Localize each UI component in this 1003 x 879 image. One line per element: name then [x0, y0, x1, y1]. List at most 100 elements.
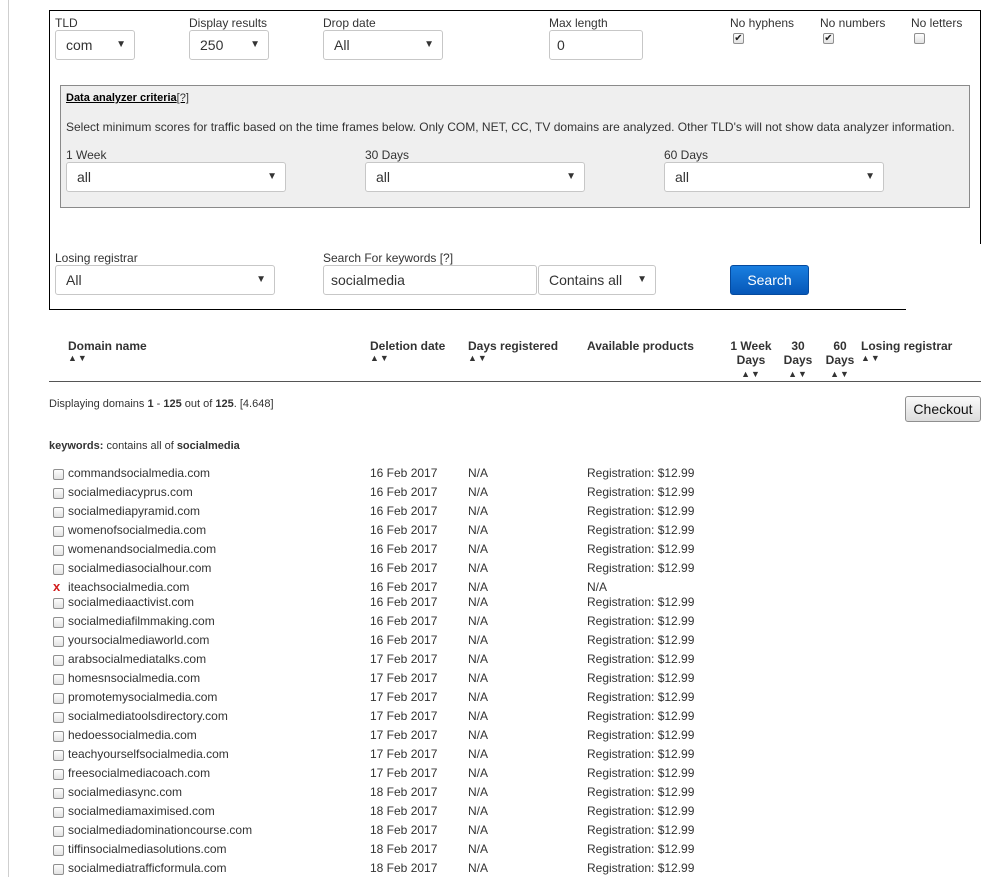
keywords-input[interactable]: socialmedia: [323, 265, 537, 295]
row-select-checkbox[interactable]: [53, 655, 64, 666]
row-select-checkbox[interactable]: [53, 731, 64, 742]
sort-arrows-icon[interactable]: ▲▼: [370, 353, 445, 363]
domain-name[interactable]: socialmediacyprus.com: [68, 484, 193, 500]
col-deletion-date[interactable]: Deletion date ▲▼: [370, 339, 445, 363]
available-product: Registration: $12.99: [587, 709, 695, 723]
row-select-checkbox[interactable]: [53, 845, 64, 856]
table-row: womenandsocialmedia.com 16 Feb 2017 N/A Reg…: [49, 541, 989, 560]
domain-name[interactable]: socialmediadominationcourse.com: [68, 822, 252, 838]
data-analyzer-title-text[interactable]: Data analyzer criteria: [66, 92, 177, 104]
keyword-mode-select[interactable]: Contains all ▼: [538, 265, 656, 295]
domain-name[interactable]: arabsocialmediatalks.com: [68, 651, 206, 667]
chevron-down-icon: ▼: [637, 274, 647, 285]
row-select-checkbox[interactable]: [53, 864, 64, 875]
domain-name[interactable]: womenofsocialmedia.com: [68, 522, 206, 538]
thirty-days-select[interactable]: all ▼: [365, 162, 585, 192]
row-select-checkbox[interactable]: [53, 488, 64, 499]
row-select-checkbox[interactable]: [53, 769, 64, 780]
row-select-checkbox[interactable]: [53, 826, 64, 837]
domain-name[interactable]: socialmediapyramid.com: [68, 503, 200, 519]
col-days-registered[interactable]: Days registered ▲▼: [468, 339, 558, 363]
table-row: socialmediaactivist.com 16 Feb 2017 N/A Reg…: [49, 594, 989, 613]
domain-name[interactable]: socialmediafilmmaking.com: [68, 613, 215, 629]
row-select-checkbox[interactable]: [53, 693, 64, 704]
no-numbers-checkbox[interactable]: ✔: [823, 33, 834, 44]
summary-out-of: out of: [184, 398, 213, 410]
deletion-date: 18 Feb 2017: [370, 842, 438, 856]
display-results-value: 250: [200, 37, 224, 53]
sort-arrows-icon[interactable]: ▲▼: [468, 353, 558, 363]
row-select-checkbox[interactable]: [53, 564, 64, 575]
table-row: socialmediasync.com 18 Feb 2017 N/A Registr…: [49, 784, 989, 803]
domain-name[interactable]: promotemysocialmedia.com: [68, 689, 217, 705]
row-select-checkbox[interactable]: [53, 788, 64, 799]
available-product: Registration: $12.99: [587, 561, 695, 575]
domain-name[interactable]: socialmediatoolsdirectory.com: [68, 708, 228, 724]
keyword-summary-keyword: socialmedia: [176, 440, 240, 452]
days-registered: N/A: [468, 580, 489, 594]
domain-name[interactable]: socialmediamaximised.com: [68, 803, 215, 819]
domain-name[interactable]: iteachsocialmedia.com: [68, 579, 189, 595]
sort-arrows-icon[interactable]: ▲▼: [861, 353, 952, 363]
days-registered: N/A: [468, 542, 489, 556]
search-button[interactable]: Search: [730, 265, 809, 295]
domain-name[interactable]: yoursocialmediaworld.com: [68, 632, 209, 648]
sixty-days-select[interactable]: all ▼: [664, 162, 884, 192]
data-analyzer-title[interactable]: Data analyzer criteria[?]: [66, 92, 189, 104]
domain-name[interactable]: teachyourselfsocialmedia.com: [68, 746, 229, 762]
thirty-days-value: all: [376, 169, 391, 185]
col-losing-registrar[interactable]: Losing registrar ▲▼: [861, 339, 952, 363]
display-results-select[interactable]: 250 ▼: [189, 30, 269, 60]
available-product: Registration: $12.99: [587, 747, 695, 761]
domain-name[interactable]: socialmediasync.com: [68, 784, 182, 800]
checkout-button[interactable]: Checkout: [905, 396, 981, 422]
no-letters-checkbox[interactable]: [914, 33, 925, 44]
deletion-date: 17 Feb 2017: [370, 690, 438, 704]
sort-arrows-icon[interactable]: ▲▼: [728, 367, 774, 381]
row-select-checkbox[interactable]: [53, 750, 64, 761]
domain-name[interactable]: socialmediatrafficformula.com: [68, 860, 227, 876]
deletion-date: 16 Feb 2017: [370, 580, 438, 594]
col-sixty-days[interactable]: 60 Days ▲▼: [822, 339, 858, 381]
sixty-days-value: all: [675, 169, 690, 185]
col-losing-registrar-label: Losing registrar: [861, 339, 953, 353]
row-select-checkbox[interactable]: [53, 526, 64, 537]
domain-name[interactable]: homesnsocialmedia.com: [68, 670, 200, 686]
domain-name[interactable]: socialmediasocialhour.com: [68, 560, 211, 576]
col-domain-name[interactable]: Domain name ▲▼: [68, 339, 147, 363]
row-select-checkbox[interactable]: [53, 636, 64, 647]
domain-name[interactable]: womenandsocialmedia.com: [68, 541, 216, 557]
no-hyphens-checkbox[interactable]: ✔: [733, 33, 744, 44]
sort-arrows-icon[interactable]: ▲▼: [822, 367, 858, 381]
chevron-down-icon: ▼: [566, 171, 576, 182]
days-registered: N/A: [468, 614, 489, 628]
deletion-date: 16 Feb 2017: [370, 466, 438, 480]
row-select-checkbox[interactable]: [53, 598, 64, 609]
domain-name[interactable]: tiffinsocialmediasolutions.com: [68, 841, 227, 857]
row-select-checkbox[interactable]: [53, 545, 64, 556]
max-length-label: Max length: [549, 16, 608, 30]
col-thirty-days[interactable]: 30 Days ▲▼: [780, 339, 816, 381]
data-analyzer-help-link[interactable]: [?]: [177, 92, 189, 104]
row-select-checkbox[interactable]: [53, 807, 64, 818]
row-select-checkbox[interactable]: [53, 507, 64, 518]
one-week-select[interactable]: all ▼: [66, 162, 286, 192]
row-select-checkbox[interactable]: [53, 712, 64, 723]
domain-name[interactable]: socialmediaactivist.com: [68, 594, 194, 610]
losing-registrar-select[interactable]: All ▼: [55, 265, 275, 295]
col-one-week[interactable]: 1 Week Days ▲▼: [728, 339, 774, 381]
sort-arrows-icon[interactable]: ▲▼: [780, 367, 816, 381]
domain-name[interactable]: hedoessocialmedia.com: [68, 727, 197, 743]
domain-name[interactable]: freesocialmediacoach.com: [68, 765, 210, 781]
table-row: arabsocialmediatalks.com 17 Feb 2017 N/A Re…: [49, 651, 989, 670]
domain-name[interactable]: commandsocialmedia.com: [68, 465, 210, 481]
row-select-checkbox[interactable]: [53, 469, 64, 480]
row-select-checkbox[interactable]: [53, 674, 64, 685]
tld-select[interactable]: com ▼: [55, 30, 135, 60]
max-length-input[interactable]: 0: [549, 30, 643, 60]
drop-date-select[interactable]: All ▼: [323, 30, 443, 60]
days-registered: N/A: [468, 785, 489, 799]
deletion-date: 17 Feb 2017: [370, 652, 438, 666]
row-select-checkbox[interactable]: [53, 617, 64, 628]
sort-arrows-icon[interactable]: ▲▼: [68, 353, 147, 363]
